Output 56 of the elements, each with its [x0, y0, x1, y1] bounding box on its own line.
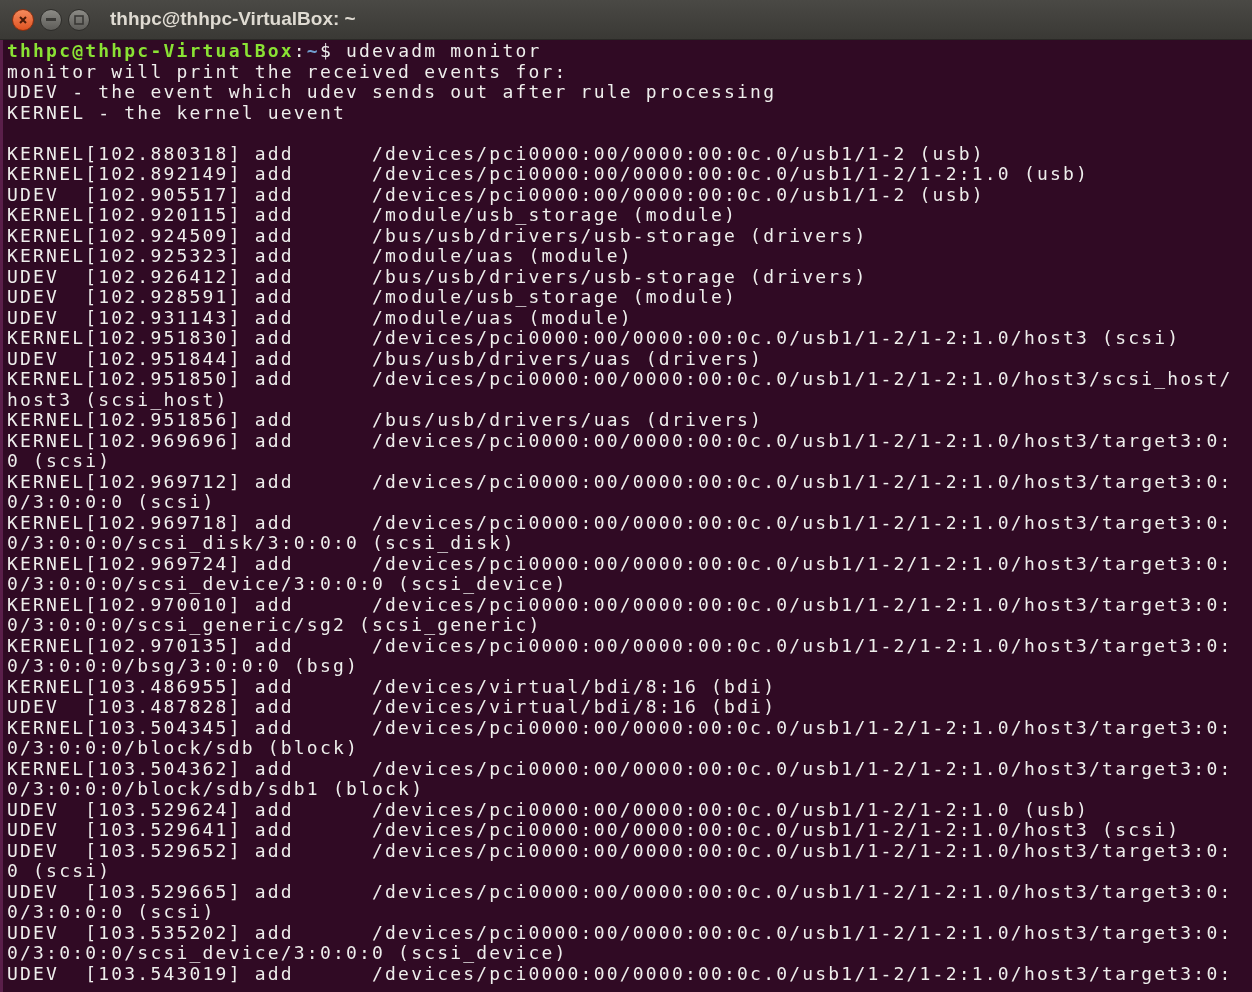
minimize-button[interactable]: [40, 8, 62, 31]
event-line: KERNEL[102.969712] add /devices/pci0000:00/0000:00:0c.0/usb1/1-2/1-2:1.0/host3/target3:0:: [7, 471, 1233, 492]
event-line: 0/3:0:0:0/scsi_generic/sg2 (scsi_generic): [7, 615, 542, 636]
event-line: KERNEL[102.969696] add /devices/pci0000:00/0000:00:0c.0/usb1/1-2/1-2:1.0/host3/target3:0:: [7, 430, 1233, 451]
event-line: host3 (scsi_host): [7, 389, 229, 410]
event-line: UDEV [102.931143] add /module/uas (module): [7, 307, 633, 328]
event-line: UDEV [102.905517] add /devices/pci0000:00/0000:00:0c.0/usb1/1-2 (usb): [7, 184, 985, 205]
event-line: 0/3:0:0:0/block/sdb/sdb1 (block): [7, 779, 425, 800]
event-line: UDEV [102.928591] add /module/usb_storage (module): [7, 287, 738, 308]
event-line: UDEV [103.529624] add /devices/pci0000:00/0000:00:0c.0/usb1/1-2/1-2:1.0 (usb): [7, 799, 1090, 820]
event-line: KERNEL[102.970010] add /devices/pci0000:00/0000:00:0c.0/usb1/1-2/1-2:1.0/host3/target3:0:: [7, 594, 1233, 615]
event-line: KERNEL[102.970135] add /devices/pci0000:00/0000:00:0c.0/usb1/1-2/1-2:1.0/host3/target3:0:: [7, 635, 1233, 656]
event-line: UDEV [103.543019] add /devices/pci0000:00/0000:00:0c.0/usb1/1-2/1-2:1.0/host3/target3:0:: [7, 963, 1233, 984]
event-line: UDEV [103.535202] add /devices/pci0000:00/0000:00:0c.0/usb1/1-2/1-2:1.0/host3/target3:0:: [7, 922, 1233, 943]
event-line: 0/3:0:0:0/bsg/3:0:0:0 (bsg): [7, 656, 359, 677]
prompt-separator: :: [293, 41, 307, 62]
event-line: 0/3:0:0:0/block/sdb (block): [7, 738, 359, 759]
window-title: thhpc@thhpc-VirtualBox: ~: [110, 7, 356, 32]
event-line: UDEV [102.951844] add /bus/usb/drivers/uas (drivers): [7, 348, 764, 369]
event-line: 0/3:0:0:0 (scsi): [7, 492, 216, 513]
event-line: UDEV [103.529665] add /devices/pci0000:00/0000:00:0c.0/usb1/1-2/1-2:1.0/host3/target3:0:: [7, 881, 1233, 902]
event-line: KERNEL[102.892149] add /devices/pci0000:00/0000:00:0c.0/usb1/1-2/1-2:1.0 (usb): [7, 164, 1090, 185]
maximize-button[interactable]: [68, 8, 90, 31]
event-line: UDEV [103.529641] add /devices/pci0000:00/0000:00:0c.0/usb1/1-2/1-2:1.0/host3 (scsi): [7, 820, 1181, 841]
event-line: KERNEL[102.880318] add /devices/pci0000:00/0000:00:0c.0/usb1/1-2 (usb): [7, 143, 985, 164]
event-line: KERNEL[102.969718] add /devices/pci0000:00/0000:00:0c.0/usb1/1-2/1-2:1.0/host3/target3:0:: [7, 512, 1233, 533]
close-button[interactable]: [12, 8, 34, 31]
event-line: 0/3:0:0:0 (scsi): [7, 902, 216, 923]
event-line: KERNEL[102.951856] add /bus/usb/drivers/uas (drivers): [7, 410, 764, 431]
event-line: KERNEL[102.925323] add /module/uas (module): [7, 246, 633, 267]
event-line: KERNEL[103.504345] add /devices/pci0000:00/0000:00:0c.0/usb1/1-2/1-2:1.0/host3/target3:0:: [7, 717, 1233, 738]
close-icon: [18, 14, 28, 25]
event-line: 0/3:0:0:0/scsi_disk/3:0:0:0 (scsi_disk): [7, 533, 516, 554]
event-line: KERNEL[103.504362] add /devices/pci0000:00/0000:00:0c.0/usb1/1-2/1-2:1.0/host3/target3:0:: [7, 758, 1233, 779]
minimize-icon: [46, 17, 56, 22]
event-line: KERNEL[102.969724] add /devices/pci0000:00/0000:00:0c.0/usb1/1-2/1-2:1.0/host3/target3:0:: [7, 553, 1233, 574]
output-line: KERNEL - the kernel uevent: [7, 102, 346, 123]
command-text: udevadm monitor: [345, 41, 542, 62]
event-line: 0 (scsi): [7, 451, 112, 472]
prompt-path: ~: [306, 41, 320, 62]
output-line: monitor will print the received events for:: [7, 61, 568, 82]
event-line: KERNEL[102.924509] add /bus/usb/drivers/usb-storage (drivers): [7, 225, 868, 246]
prompt-user-host: thhpc@thhpc-VirtualBox: [7, 41, 294, 62]
output-line: UDEV - the event which udev sends out after rule processing: [7, 82, 777, 103]
prompt-symbol: $: [319, 41, 333, 62]
event-line: 0/3:0:0:0/scsi_device/3:0:0:0 (scsi_device): [7, 943, 568, 964]
event-line: KERNEL[103.486955] add /devices/virtual/bdi/8:16 (bdi): [7, 676, 777, 697]
event-line: UDEV [103.487828] add /devices/virtual/bdi/8:16 (bdi): [7, 697, 777, 718]
event-line: UDEV [103.529652] add /devices/pci0000:00/0000:00:0c.0/usb1/1-2/1-2:1.0/host3/target3:0:: [7, 840, 1233, 861]
event-line: KERNEL[102.951850] add /devices/pci0000:00/0000:00:0c.0/usb1/1-2/1-2:1.0/host3/scsi_host/: [7, 369, 1233, 390]
event-line: UDEV [102.926412] add /bus/usb/drivers/usb-storage (drivers): [7, 266, 868, 287]
event-line: 0/3:0:0:0/scsi_device/3:0:0:0 (scsi_device): [7, 574, 568, 595]
event-line: KERNEL[102.951830] add /devices/pci0000:00/0000:00:0c.0/usb1/1-2/1-2:1.0/host3 (scsi): [7, 328, 1181, 349]
event-line: 0 (scsi): [7, 861, 112, 882]
maximize-icon: [74, 14, 84, 25]
event-line: KERNEL[102.920115] add /module/usb_storage (module): [7, 205, 738, 226]
